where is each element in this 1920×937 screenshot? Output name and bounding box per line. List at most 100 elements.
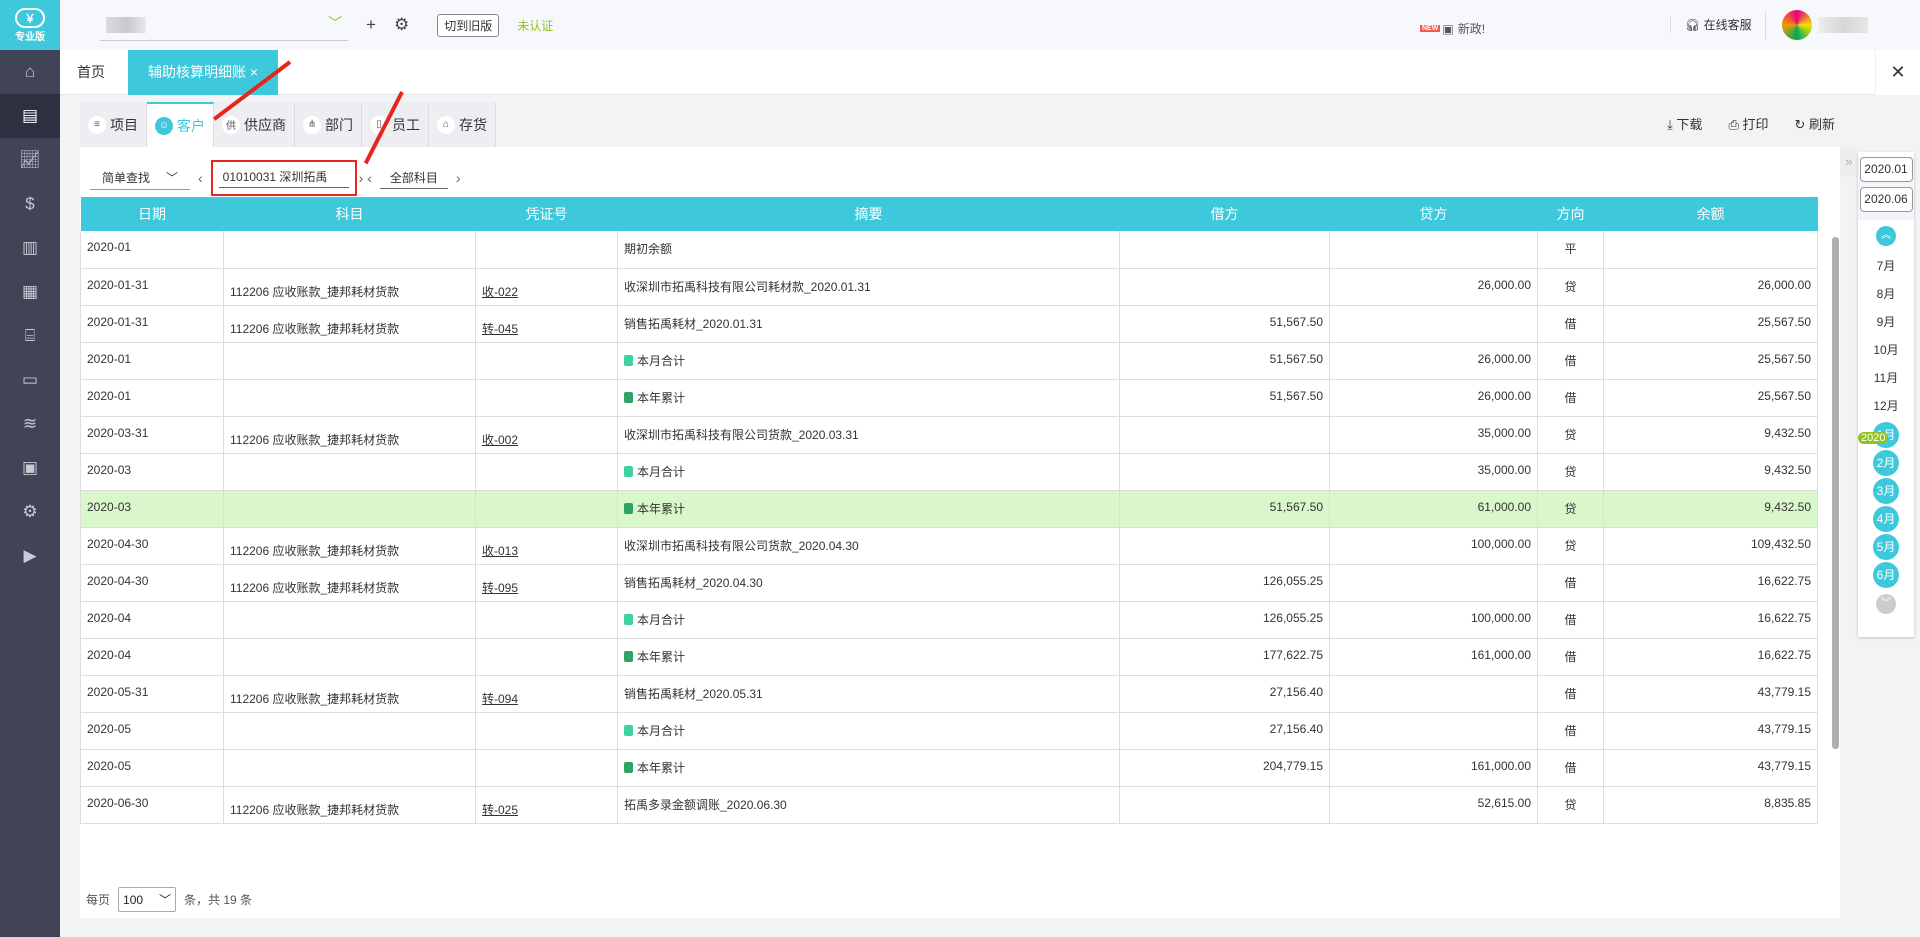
column-header[interactable]: 科目 xyxy=(223,197,476,231)
sidebar-item-coins[interactable]: ≋ xyxy=(0,402,60,446)
month-item[interactable]: 10月 xyxy=(1858,336,1914,364)
voucher-link[interactable]: 收-022 xyxy=(482,285,518,299)
vertical-scrollbar[interactable] xyxy=(1832,237,1839,749)
switch-old-version-button[interactable]: 切到旧版 xyxy=(437,13,500,37)
news-link[interactable]: NEW ▣ 新政! xyxy=(1420,20,1485,37)
period-start[interactable]: 2020.01 xyxy=(1859,157,1913,182)
subtab-5[interactable]: ⌂ 存货 xyxy=(429,102,496,147)
table-row[interactable]: 2020-01-31 112206 应收账款_捷邦耗材货款 收-022 收深圳市拓禹科… xyxy=(80,268,1818,306)
column-header[interactable]: 凭证号 xyxy=(475,197,618,231)
close-all-tabs-icon[interactable]: ✕ xyxy=(1875,50,1920,95)
table-row[interactable]: 2020-01 本月合计 51,567.50 26,000.00 借 25,567.50 xyxy=(80,342,1818,380)
cell: 贷 xyxy=(1537,490,1604,528)
sidebar-item-invoice[interactable]: ▭ xyxy=(0,358,60,402)
download-button[interactable]: ⤓ 下载 xyxy=(1667,114,1702,133)
table-row[interactable]: 2020-01 本年累计 51,567.50 26,000.00 借 25,567.50 xyxy=(80,379,1818,417)
column-header[interactable]: 日期 xyxy=(80,197,224,231)
prev-customer-icon[interactable]: ‹ xyxy=(198,170,203,186)
search-mode-select[interactable]: 简单查找 ﹀ xyxy=(90,166,190,190)
cell: 161,000.00 xyxy=(1329,749,1538,787)
cell-text: 借 xyxy=(1564,353,1577,368)
cell: 收-013 xyxy=(475,527,618,565)
user-menu[interactable] xyxy=(1765,10,1868,40)
period-end[interactable]: 2020.06 xyxy=(1859,187,1913,212)
month-item-selected[interactable]: 4月 xyxy=(1873,506,1899,532)
sidebar-item-book[interactable]: ▥ xyxy=(0,226,60,270)
voucher-link[interactable]: 转-094 xyxy=(482,692,518,706)
sidebar-item-video[interactable]: ▶ xyxy=(0,534,60,578)
table-row[interactable]: 2020-04 本年累计 177,622.75 161,000.00 借 16,622.7… xyxy=(80,638,1818,676)
subtab-0[interactable]: ≡ 项目 xyxy=(80,102,147,147)
table-row[interactable]: 2020-04-30 112206 应收账款_捷邦耗材货款 转-095 销售拓禹耗材_… xyxy=(80,564,1818,602)
table-row[interactable]: 2020-03 本月合计 35,000.00 贷 9,432.50 xyxy=(80,453,1818,491)
username-blurred xyxy=(1818,17,1868,33)
column-header[interactable]: 摘要 xyxy=(617,197,1120,231)
subtab-1[interactable]: ☺ 客户 xyxy=(147,102,214,147)
table-row[interactable]: 2020-04-30 112206 应收账款_捷邦耗材货款 收-013 收深圳市拓禹科… xyxy=(80,527,1818,565)
month-item-selected[interactable]: 2月 xyxy=(1873,450,1899,476)
table-row[interactable]: 2020-04 本月合计 126,055.25 100,000.00 借 16,622.7… xyxy=(80,601,1818,639)
column-header[interactable]: 借方 xyxy=(1119,197,1330,231)
month-item-selected[interactable]: 5月 xyxy=(1873,534,1899,560)
voucher-link[interactable]: 收-002 xyxy=(482,433,518,447)
table-row[interactable]: 2020-05 本年累计 204,779.15 161,000.00 借 43,779.1… xyxy=(80,749,1818,787)
column-header[interactable]: 方向 xyxy=(1537,197,1604,231)
table-row[interactable]: 2020-01-31 112206 应收账款_捷邦耗材货款 转-045 销售拓禹耗材_… xyxy=(80,305,1818,343)
page-size-select[interactable]: 100 ﹀ xyxy=(118,887,177,912)
subtab-label: 部门 xyxy=(325,116,353,133)
next-customer-icon[interactable]: › ‹ xyxy=(359,170,372,186)
month-item-selected[interactable]: 6月 xyxy=(1873,562,1899,588)
column-header[interactable]: 余额 xyxy=(1603,197,1818,231)
cell: 126,055.25 xyxy=(1119,564,1330,602)
cell: 26,000.00 xyxy=(1329,342,1538,380)
sidebar: ￥ 专业版 ⌂ ▤ 📈︎ $ ▥ ▦ ⌸ ▭ ≋ ▣ ⚙ ▶ xyxy=(0,0,60,937)
month-item-selected[interactable]: 3月 xyxy=(1873,478,1899,504)
month-item[interactable]: 9月 xyxy=(1858,308,1914,336)
online-service-link[interactable]: 🎧︎ 在线客服 xyxy=(1670,17,1752,33)
sidebar-item-store[interactable]: ⌸ xyxy=(0,314,60,358)
table-row[interactable]: 2020-05 本月合计 27,156.40 借 43,779.15 xyxy=(80,712,1818,750)
plus-icon[interactable]: + xyxy=(366,15,376,35)
sidebar-item-tax[interactable]: ▣ xyxy=(0,446,60,490)
customer-select[interactable]: 01010031 深圳拓禹 xyxy=(210,160,357,196)
scroll-up-icon[interactable]: ︽ xyxy=(1876,226,1896,246)
close-tab-icon[interactable]: × xyxy=(250,64,258,80)
month-item[interactable]: 8月 xyxy=(1858,280,1914,308)
sidebar-item-money-bag[interactable]: $ xyxy=(0,182,60,226)
gear-icon[interactable]: ⚙ xyxy=(394,15,409,35)
cell-text: 52,615.00 xyxy=(1477,795,1531,810)
subtab-3[interactable]: ⋔ 部门 xyxy=(295,102,362,147)
cell-text: 16,622.75 xyxy=(1757,610,1811,625)
table-row[interactable]: 2020-03 本年累计 51,567.50 61,000.00 贷 9,432.50 xyxy=(80,490,1818,528)
sidebar-item-settings[interactable]: ⚙ xyxy=(0,490,60,534)
month-item[interactable]: 12月 xyxy=(1858,392,1914,420)
table-row[interactable]: 2020-05-31 112206 应收账款_捷邦耗材货款 转-094 销售拓禹耗材_… xyxy=(80,675,1818,713)
sidebar-item-voucher[interactable]: ▤ xyxy=(0,94,60,138)
print-button[interactable]: ⎙ 打印 xyxy=(1728,114,1768,133)
voucher-link[interactable]: 转-095 xyxy=(482,581,518,595)
logo[interactable]: ￥ 专业版 xyxy=(0,0,60,50)
next-subject-icon[interactable]: › xyxy=(456,170,461,186)
table-row[interactable]: 2020-01 期初余额 平 xyxy=(80,231,1818,269)
column-header[interactable]: 贷方 xyxy=(1329,197,1538,231)
cell: 借 xyxy=(1537,342,1604,380)
month-item[interactable]: 7月 xyxy=(1858,252,1914,280)
voucher-link[interactable]: 转-025 xyxy=(482,803,518,817)
sidebar-item-report[interactable]: ▦ xyxy=(0,270,60,314)
scroll-down-icon[interactable]: ︾ xyxy=(1876,594,1896,614)
expand-panel-icon[interactable]: » xyxy=(1840,147,1858,177)
company-select[interactable]: ﹀ xyxy=(100,9,348,41)
refresh-button[interactable]: ↻ 刷新 xyxy=(1794,114,1835,133)
sidebar-item-home[interactable]: ⌂ xyxy=(0,50,60,94)
table-row[interactable]: 2020-03-31 112206 应收账款_捷邦耗材货款 收-002 收深圳市拓禹科… xyxy=(80,416,1818,454)
voucher-link[interactable]: 收-013 xyxy=(482,544,518,558)
unverified-link[interactable]: 未认证 xyxy=(517,17,553,34)
month-item[interactable]: 11月 xyxy=(1858,364,1914,392)
sidebar-item-chart[interactable]: 📈︎ xyxy=(0,138,60,182)
tab-home[interactable]: 首页 xyxy=(60,50,122,95)
cell-text: 43,779.15 xyxy=(1757,684,1811,699)
voucher-link[interactable]: 转-045 xyxy=(482,322,518,336)
table-row[interactable]: 2020-06-30 112206 应收账款_捷邦耗材货款 转-025 拓禹多录金额调… xyxy=(80,786,1818,824)
cell-text: 9,432.50 xyxy=(1764,499,1811,514)
subject-select[interactable]: 全部科目 xyxy=(379,167,448,189)
